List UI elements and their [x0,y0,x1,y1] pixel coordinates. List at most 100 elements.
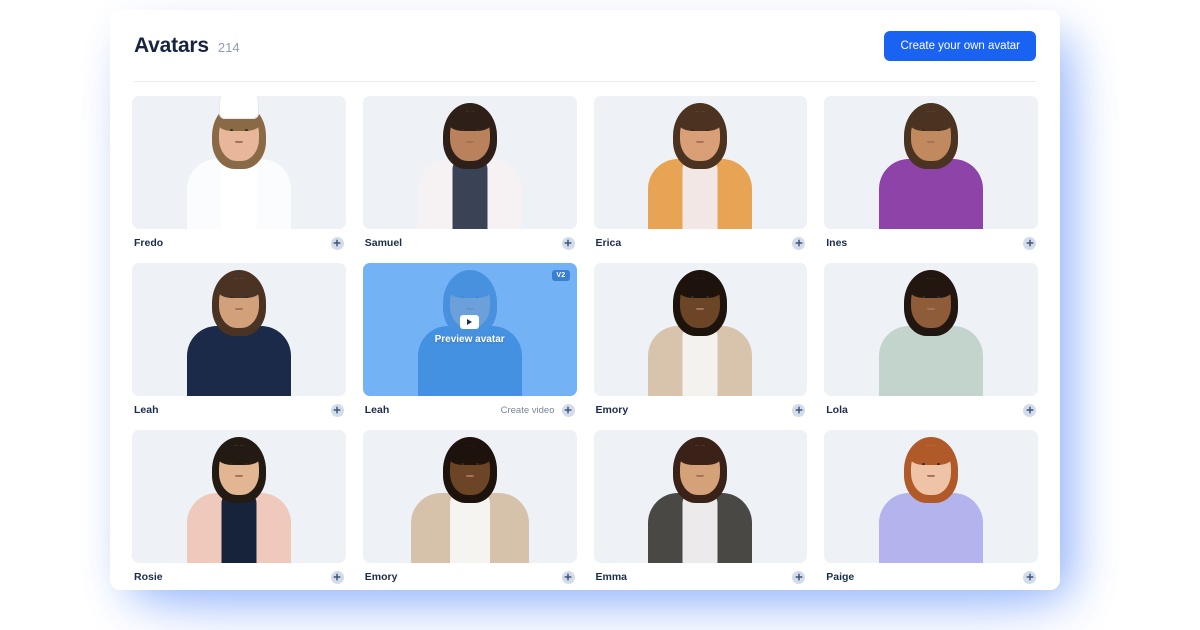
avatar-actions [561,570,575,584]
avatar-mouth [234,308,243,310]
add-avatar-icon[interactable] [561,236,575,250]
avatar-inner-garment [221,493,257,563]
avatar-mouth [927,475,936,477]
page-title: Avatars [134,34,209,57]
avatar-name: Erica [595,237,622,249]
avatar-inner-garment [913,159,949,229]
avatar-card[interactable]: Leah [132,263,346,424]
avatar-eye-left [229,129,233,131]
avatar-card[interactable]: Erica [593,96,808,257]
avatars-panel: Avatars 214 Create your own avatar Fredo… [110,10,1060,590]
avatar-thumbnail[interactable] [593,96,808,229]
avatar-card[interactable]: Preview avatar V2 Leah Create video [362,263,577,424]
avatar-illustration [132,430,346,563]
avatar-inner-garment [449,493,490,563]
avatar-mouth [927,141,936,143]
add-avatar-icon[interactable] [792,570,806,584]
avatar-actions [561,236,575,250]
avatar-thumbnail[interactable] [593,263,808,396]
avatar-name: Fredo [134,237,164,249]
panel-header: Avatars 214 Create your own avatar [110,10,1060,82]
add-avatar-icon[interactable] [561,570,575,584]
header-divider [134,81,1036,82]
avatar-illustration [594,263,808,396]
avatar-inner-garment [452,159,488,229]
avatar-thumbnail[interactable] [824,263,1038,396]
avatar-card[interactable]: Fredo [132,96,346,257]
add-avatar-icon[interactable] [792,236,806,250]
avatar-thumbnail[interactable] [824,96,1038,229]
avatar-card[interactable]: Emory [362,430,577,590]
avatar-meta: Emory [594,396,808,424]
avatar-name: Leah [364,404,390,416]
add-avatar-icon[interactable] [561,403,575,417]
avatar-eye-right [706,129,710,131]
avatar-eye-right [244,463,248,465]
avatar-thumbnail[interactable] [362,430,577,563]
avatar-thumbnail[interactable] [132,96,346,229]
avatar-count: 214 [217,40,240,55]
avatar-mouth [465,475,474,477]
avatar-card[interactable]: Paige [824,430,1038,590]
avatar-mouth [234,141,243,143]
avatar-meta: Emma [594,563,808,590]
avatar-face [219,461,259,477]
avatar-eye-right [244,129,248,131]
avatar-thumbnail[interactable] [132,263,346,396]
avatar-name: Samuel [364,237,403,249]
avatar-thumbnail[interactable]: Preview avatar V2 [362,263,577,396]
avatar-meta: Leah Create video [363,396,577,424]
avatar-actions [1023,236,1036,250]
create-your-own-avatar-button[interactable]: Create your own avatar [884,31,1036,61]
avatar-eye-right [706,296,710,298]
avatar-thumbnail[interactable] [132,430,346,563]
add-avatar-icon[interactable] [792,403,806,417]
avatar-inner-garment [682,159,718,229]
avatar-card[interactable]: Rosie [132,430,346,590]
avatar-mouth [696,308,705,310]
avatar-illustration [824,96,1038,229]
avatar-name: Emory [364,571,398,583]
avatar-eye-left [691,463,695,465]
avatar-thumbnail[interactable] [362,96,577,229]
avatar-meta: Leah [132,396,346,424]
add-avatar-icon[interactable] [330,570,344,584]
avatar-eye-right [937,129,941,131]
avatar-face [219,294,259,310]
avatar-card[interactable]: Emma [593,430,808,590]
avatar-eye-left [922,296,926,298]
add-avatar-icon[interactable] [330,403,344,417]
avatar-face [219,127,259,143]
avatar-card[interactable]: Ines [824,96,1038,257]
avatar-thumbnail[interactable] [593,430,808,563]
avatar-face [680,461,720,477]
avatar-actions [330,236,344,250]
play-icon[interactable] [460,314,480,329]
avatar-meta: Rosie [132,563,346,590]
avatar-eye-left [691,129,695,131]
avatar-actions: Create video [501,403,575,417]
add-avatar-icon[interactable] [1023,236,1036,250]
avatar-card[interactable]: Lola [824,263,1038,424]
avatar-grid: Fredo Samuel Erica Ines Leah Preview avatar V2… [110,82,1060,590]
add-avatar-icon[interactable] [1023,570,1036,584]
avatar-meta: Paige [824,563,1038,590]
avatar-actions [1023,570,1036,584]
avatar-thumbnail[interactable] [824,430,1038,563]
preview-avatar-label: Preview avatar [434,333,505,345]
avatar-name: Paige [826,571,855,583]
avatar-card[interactable]: Emory [593,263,808,424]
avatar-illustration [594,96,808,229]
avatar-illustration [594,430,808,563]
add-avatar-icon[interactable] [330,236,344,250]
add-avatar-icon[interactable] [1023,403,1036,417]
avatar-inner-garment [682,326,718,396]
preview-overlay[interactable]: Preview avatar [362,263,577,396]
create-video-link[interactable]: Create video [501,405,555,416]
chef-hat [218,96,259,119]
avatar-face [911,294,951,310]
avatar-name: Leah [134,404,159,416]
avatar-card[interactable]: Samuel [362,96,577,257]
avatar-face [450,127,490,143]
avatar-eye-right [244,296,248,298]
